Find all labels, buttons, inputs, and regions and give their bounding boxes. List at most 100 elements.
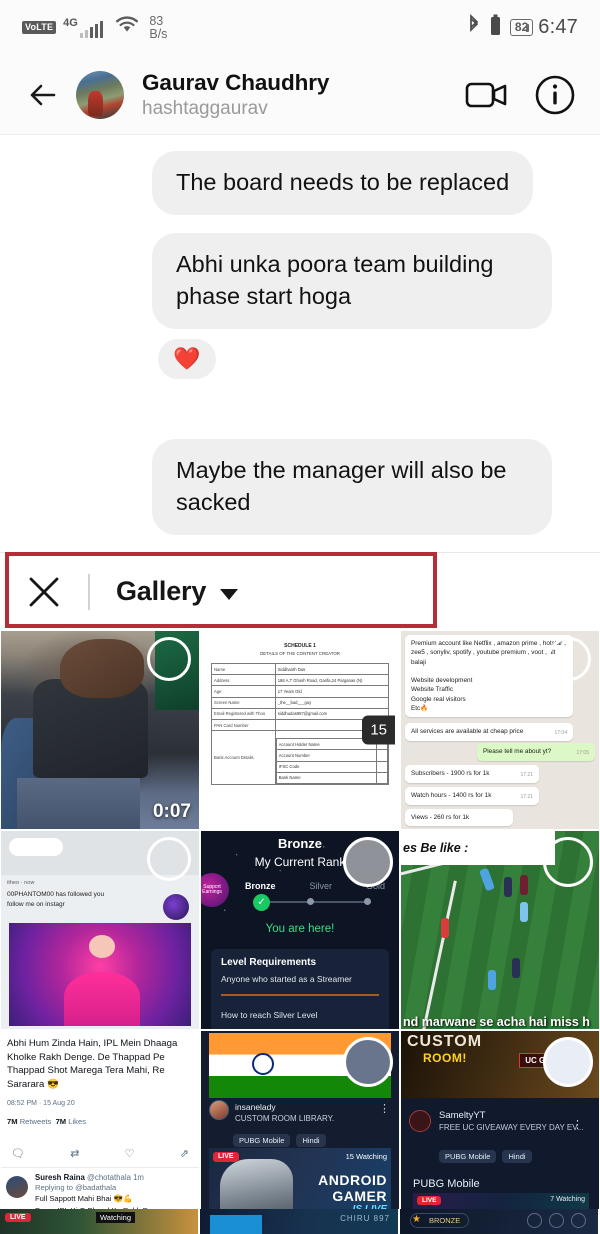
tier-label: Silver xyxy=(309,881,332,891)
back-button[interactable] xyxy=(22,73,66,117)
gallery-item-football-meme[interactable]: es Be like : nd marwane se acha hai miss… xyxy=(400,830,600,1030)
select-ring[interactable] xyxy=(147,637,191,681)
channel-description: FREE UC GIVEAWAY EVERY DAY EV... xyxy=(439,1123,584,1133)
doc-label: Name xyxy=(211,662,276,676)
gallery-item-whatsapp[interactable]: Premium account like Netflix , amazon pr… xyxy=(400,630,600,830)
phone-screen: VoLTE 4G 83 B/s 82 6:47 Gaurav Chaudhry … xyxy=(0,0,600,1234)
partial-thumb-bronze[interactable]: ★ BRONZE xyxy=(400,1209,600,1234)
partial-thumb-chiru[interactable]: CHIRU 897 xyxy=(200,1209,400,1234)
clock: 6:47 xyxy=(538,16,578,38)
thumb-jeans xyxy=(16,777,140,829)
watching-count: 7 Watching xyxy=(550,1196,585,1204)
doc-value: Siddhanth Das xyxy=(274,662,390,676)
doc-bank-table: Account Holder Name Account Number IFSC … xyxy=(275,738,388,784)
heart-icon[interactable]: ♡ xyxy=(125,1147,135,1160)
thumb-hand xyxy=(60,638,144,699)
overflow-menu-icon[interactable]: ⋮ xyxy=(572,1118,583,1131)
retweet-icon[interactable]: ⇄ xyxy=(70,1147,79,1160)
profile-info[interactable]: Gaurav Chaudhry hashtaggaurav xyxy=(142,70,329,119)
select-ring[interactable] xyxy=(343,837,393,887)
gallery-item-document[interactable]: SCHEDULE 1 DETAILS OF THE CONTENT CREATO… xyxy=(200,630,400,830)
volte-icon: VoLTE xyxy=(22,21,57,34)
reply-age: 1m xyxy=(133,1173,144,1182)
info-button[interactable] xyxy=(532,72,578,118)
action-icon[interactable] xyxy=(527,1213,542,1228)
close-button[interactable] xyxy=(22,570,66,614)
player xyxy=(519,902,528,923)
tweet-body: Abhi Hum Zinda Hain, IPL Mein Dhaaga Kho… xyxy=(7,1037,193,1128)
banner-title-2: ROOM! xyxy=(423,1051,467,1065)
overflow-menu-icon[interactable]: ⋮ xyxy=(379,1102,391,1115)
message-reaction[interactable]: ❤️ xyxy=(158,338,216,379)
doc-label: PAN Card Number xyxy=(211,718,276,732)
signal-icon: 4G xyxy=(63,17,104,38)
gallery-item-bronze-rank[interactable]: Bronze My Current Rank Support Earnings … xyxy=(200,830,400,1030)
close-x-icon xyxy=(29,577,59,606)
action-icon[interactable] xyxy=(571,1213,586,1228)
doc-bank-value xyxy=(376,760,388,773)
bronze-label: BRONZE xyxy=(410,1213,470,1228)
card-title: Level Requirements xyxy=(221,957,317,968)
tweet-stats: 7M Retweets 7M Likes xyxy=(7,1117,193,1128)
reply-icon[interactable]: 🗨 xyxy=(11,1147,25,1160)
illustration-body xyxy=(63,972,141,1026)
message-list: The board needs to be replaced Abhi unka… xyxy=(0,151,600,573)
wa-text: Premium account like Netflix , amazon pr… xyxy=(411,640,566,712)
partial-thumb-live[interactable]: LIVE Watching xyxy=(0,1209,200,1234)
bluetooth-icon xyxy=(467,13,481,41)
data-speed-value: 83 xyxy=(149,13,164,28)
data-speed: 83 B/s xyxy=(149,13,168,41)
select-ring[interactable] xyxy=(543,1037,593,1087)
message-bubble[interactable]: Abhi unka poora team building phase star… xyxy=(152,232,552,329)
gallery-toolbar: Gallery xyxy=(0,552,600,630)
notification-avatar xyxy=(163,894,189,921)
video-duration: 0:07 xyxy=(152,801,191,822)
watching-label: Watching xyxy=(96,1212,135,1223)
avatar[interactable] xyxy=(76,70,124,119)
gallery-item-video[interactable]: 0:07 xyxy=(0,630,200,830)
reply-handle: @chotathala xyxy=(87,1173,131,1182)
video-call-button[interactable] xyxy=(464,72,510,118)
doc-row: Email Registered with Thoo siddhudas987@g… xyxy=(211,707,390,720)
conversation-header: Gaurav Chaudhry hashtaggaurav xyxy=(0,55,600,135)
channel-avatar xyxy=(209,1100,229,1121)
doc-subtitle: DETAILS OF THE CONTENT CREATOR xyxy=(260,651,340,656)
gallery-item-custom-room[interactable]: CUSTOM ROOM! UC GIVEAWAY SameltyYT FREE … xyxy=(400,1030,600,1230)
gallery-item-tweet[interactable]: Abhi Hum Zinda Hain, IPL Mein Dhaaga Kho… xyxy=(0,1030,200,1230)
select-ring[interactable] xyxy=(547,637,591,681)
status-bar-left: VoLTE 4G 83 B/s xyxy=(22,14,167,41)
gallery-item-notification[interactable]: itheo · now 00PHANTOM00 has followed you… xyxy=(0,830,200,1030)
select-ring[interactable] xyxy=(343,1037,393,1087)
doc-value: _the__bad___guy xyxy=(274,696,390,709)
share-icon[interactable]: ⇗ xyxy=(180,1147,189,1160)
gallery-item-pubg-live[interactable]: insanelady CUSTOM ROOM LIBRARY. PUBG Mob… xyxy=(200,1030,400,1230)
tag: PUBG Mobile xyxy=(233,1133,291,1147)
doc-bank-row: Bank Name xyxy=(275,771,388,784)
retweet-count: 7M xyxy=(7,1117,18,1127)
doc-label: Email Registered with Thoo xyxy=(211,707,276,720)
message-bubble[interactable]: Maybe the manager will also be sacked xyxy=(152,438,552,535)
select-ring[interactable] xyxy=(147,837,191,881)
gallery-source-dropdown[interactable]: Gallery xyxy=(90,576,239,607)
section-title: PUBG Mobile xyxy=(413,1177,480,1190)
wa-bubble: Subscribers - 1900 rs for 1k 17:21 xyxy=(405,765,539,784)
battery-tip-icon xyxy=(526,23,530,32)
doc-row: Name Siddhanth Das xyxy=(211,662,390,676)
player xyxy=(519,874,528,895)
select-ring[interactable] xyxy=(543,837,593,887)
doc-bank-label: Account Holder Name xyxy=(275,738,378,751)
message-row: Abhi unka poora team building phase star… xyxy=(24,232,576,329)
data-speed-unit: B/s xyxy=(149,26,168,41)
doc-bank-label: IFSC Code xyxy=(275,760,378,773)
player xyxy=(503,876,512,897)
like-label: Likes xyxy=(68,1117,86,1127)
doc-row: Address 186 A,T Ghosh Road, Garifa,24 Par… xyxy=(211,674,390,687)
channel-avatar xyxy=(409,1110,431,1133)
doc-row: Age 17 Years Old xyxy=(211,685,390,698)
action-icon[interactable] xyxy=(549,1213,564,1228)
doc-label: Screen Name xyxy=(211,696,276,709)
tier-label: Bronze xyxy=(245,881,276,891)
channel-tags: PUBG Mobile Hindi xyxy=(233,1133,326,1147)
message-bubble[interactable]: The board needs to be replaced xyxy=(152,151,534,215)
battery-small-icon xyxy=(490,14,501,41)
